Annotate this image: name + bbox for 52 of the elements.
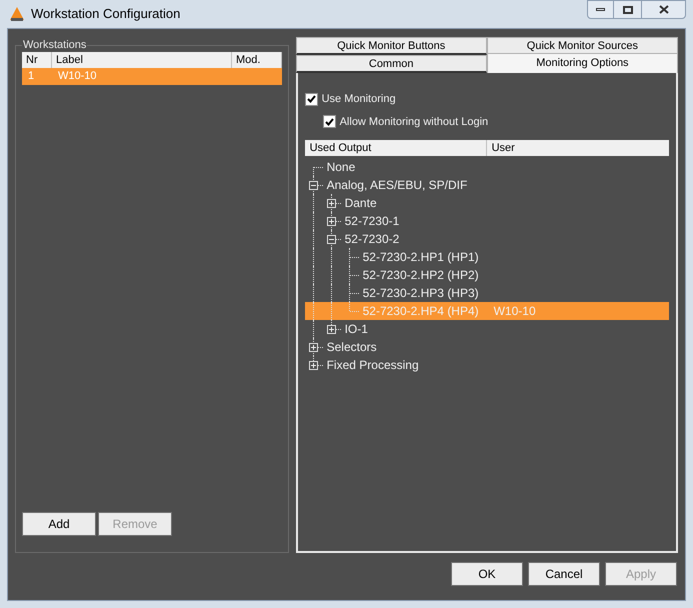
tree-item-label: Dante xyxy=(344,195,377,212)
column-header[interactable]: Used Output xyxy=(304,140,487,156)
expand-icon[interactable] xyxy=(326,217,336,226)
user-cell-text: W10-10 xyxy=(492,303,536,320)
tree-item-label: 52-7230-2 xyxy=(344,231,400,248)
tree-item-label: 52-7230-1 xyxy=(344,213,400,230)
expand-icon[interactable] xyxy=(326,325,336,334)
check-icon xyxy=(306,95,316,104)
expand-icon[interactable] xyxy=(326,199,336,208)
close-icon xyxy=(658,5,668,14)
tree-row[interactable]: 52-7230-2.HP2 (HP2) xyxy=(304,266,669,284)
tab[interactable]: Common xyxy=(296,55,487,73)
dialog-button[interactable]: Add xyxy=(22,512,96,536)
tree-row[interactable]: Selectors xyxy=(304,338,669,356)
tab[interactable]: Quick Monitor Buttons xyxy=(296,37,487,55)
column-header[interactable]: User xyxy=(486,140,669,156)
collapse-icon[interactable] xyxy=(326,235,336,244)
tree-item-label: 52-7230-2.HP2 (HP2) xyxy=(362,267,479,284)
tree-row[interactable]: Dante xyxy=(304,194,669,212)
app-logo-icon xyxy=(9,6,25,22)
window-title: Workstation Configuration xyxy=(31,5,180,24)
tree-item-label: Analog, AES/EBU, SP/DIF xyxy=(326,177,468,194)
tree-row[interactable]: 52-7230-2 xyxy=(304,230,669,248)
tree-row[interactable]: IO-1 xyxy=(304,320,669,338)
tree-row[interactable]: Analog, AES/EBU, SP/DIF xyxy=(304,176,669,194)
tree-row[interactable]: Fixed Processing xyxy=(304,356,669,374)
tree-row[interactable]: 52-7230-2.HP1 (HP1) xyxy=(304,248,669,266)
check-icon xyxy=(324,118,334,126)
tree-item-label: Selectors xyxy=(326,339,377,356)
checkbox[interactable] xyxy=(322,115,336,128)
tree-item-label: IO-1 xyxy=(344,321,368,338)
tree-item-label: 52-7230-2.HP3 (HP3) xyxy=(362,285,479,302)
expand-icon[interactable] xyxy=(308,361,318,370)
table-cell-text: 1 xyxy=(27,69,36,84)
tree-item-label: None xyxy=(326,159,356,176)
tab[interactable]: Monitoring Options xyxy=(486,53,678,73)
minimize-button[interactable] xyxy=(587,0,614,19)
table-cell-text: W10-10 xyxy=(57,69,98,84)
tree-row[interactable]: 52-7230-1 xyxy=(304,212,669,230)
checkbox-label: Use Monitoring xyxy=(322,92,396,107)
dialog-button[interactable]: Cancel xyxy=(528,562,600,586)
close-button[interactable] xyxy=(641,0,686,19)
tree-item-label: 52-7230-2.HP4 (HP4) xyxy=(362,303,479,320)
tree-row[interactable]: None xyxy=(304,158,669,176)
tree-item-label: 52-7230-2.HP1 (HP1) xyxy=(362,249,479,266)
collapse-icon[interactable] xyxy=(308,181,318,190)
expand-icon[interactable] xyxy=(308,343,318,352)
dialog-button[interactable]: OK xyxy=(451,562,523,586)
checkbox-label: Allow Monitoring without Login xyxy=(340,114,488,130)
maximize-button[interactable] xyxy=(614,0,641,19)
checkbox[interactable] xyxy=(304,92,318,106)
tree-item-label: Fixed Processing xyxy=(326,357,419,374)
